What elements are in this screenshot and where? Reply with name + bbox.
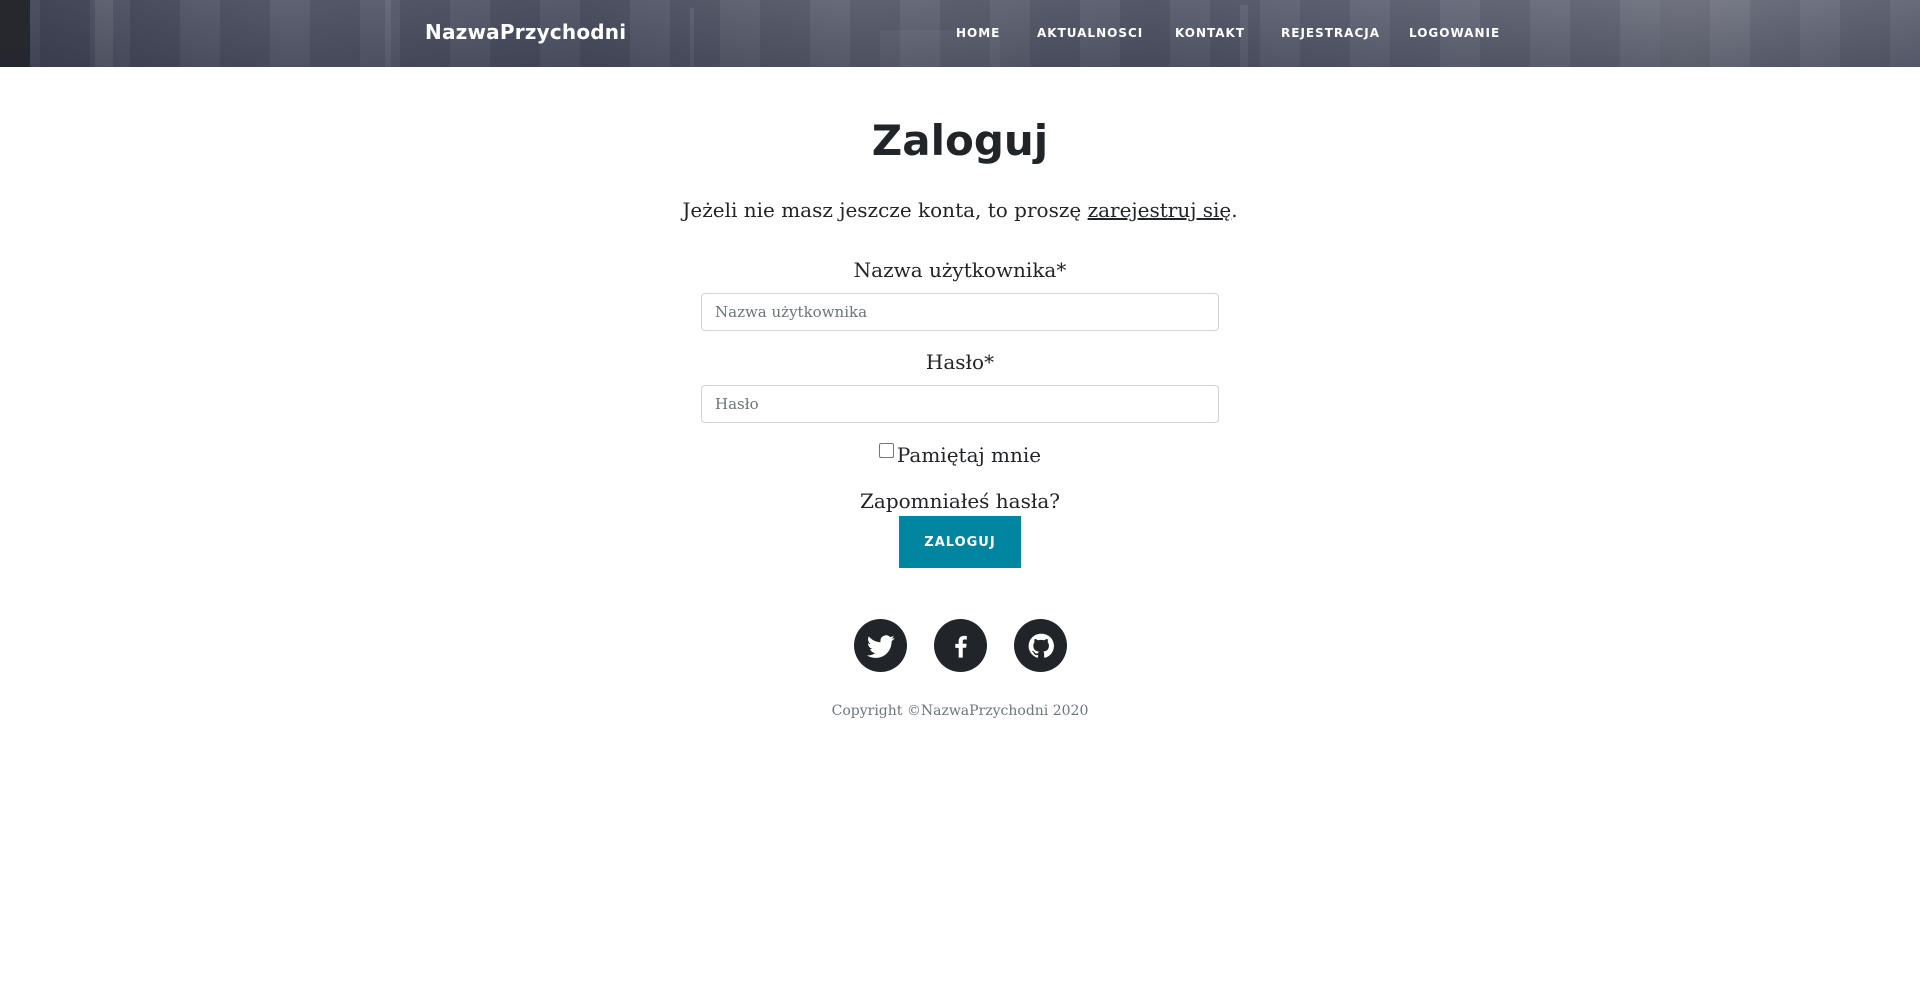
facebook-icon <box>954 635 967 658</box>
nav-menu: HOME AKTUALNOSCI KONTAKT REJESTRACJA LOG… <box>0 0 1920 67</box>
facebook-button[interactable] <box>934 619 987 672</box>
copyright: Copyright ©NazwaPrzychodni 2020 <box>831 703 1089 719</box>
twitter-button[interactable] <box>854 619 907 672</box>
nav-kontakt[interactable]: KONTAKT <box>1175 26 1245 40</box>
social-links <box>0 619 1920 673</box>
nav-rejestracja[interactable]: REJESTRACJA <box>1281 26 1380 40</box>
username-input[interactable] <box>701 293 1219 331</box>
twitter-icon <box>866 634 895 658</box>
login-button[interactable]: ZALOGUJ <box>899 516 1021 568</box>
nav-aktualnosci[interactable]: AKTUALNOSCI <box>1037 26 1143 40</box>
register-prompt-text: Jeżeli nie masz jeszcze konta, to proszę <box>682 198 1088 222</box>
register-prompt: Jeżeli nie masz jeszcze konta, to proszę… <box>0 198 1920 222</box>
nav-logowanie[interactable]: LOGOWANIE <box>1409 26 1500 40</box>
password-input[interactable] <box>701 385 1219 423</box>
github-button[interactable] <box>1014 619 1067 672</box>
page-title: Zaloguj <box>871 116 1049 165</box>
remember-me: Pamiętaj mnie <box>0 443 1920 467</box>
password-label: Hasło* <box>925 350 995 374</box>
remember-checkbox[interactable] <box>878 443 894 458</box>
username-label: Nazwa użytkownika* <box>853 258 1067 282</box>
remember-label[interactable]: Pamiętaj mnie <box>897 443 1041 467</box>
navbar: NazwaPrzychodni HOME AKTUALNOSCI KONTAKT… <box>0 0 1920 67</box>
register-link[interactable]: zarejestruj się <box>1088 198 1232 222</box>
register-prompt-end: . <box>1231 198 1238 222</box>
github-icon <box>1028 633 1054 658</box>
nav-home[interactable]: HOME <box>956 26 1000 40</box>
forgot-password-link[interactable]: Zapomniałeś hasła? <box>0 489 1920 513</box>
